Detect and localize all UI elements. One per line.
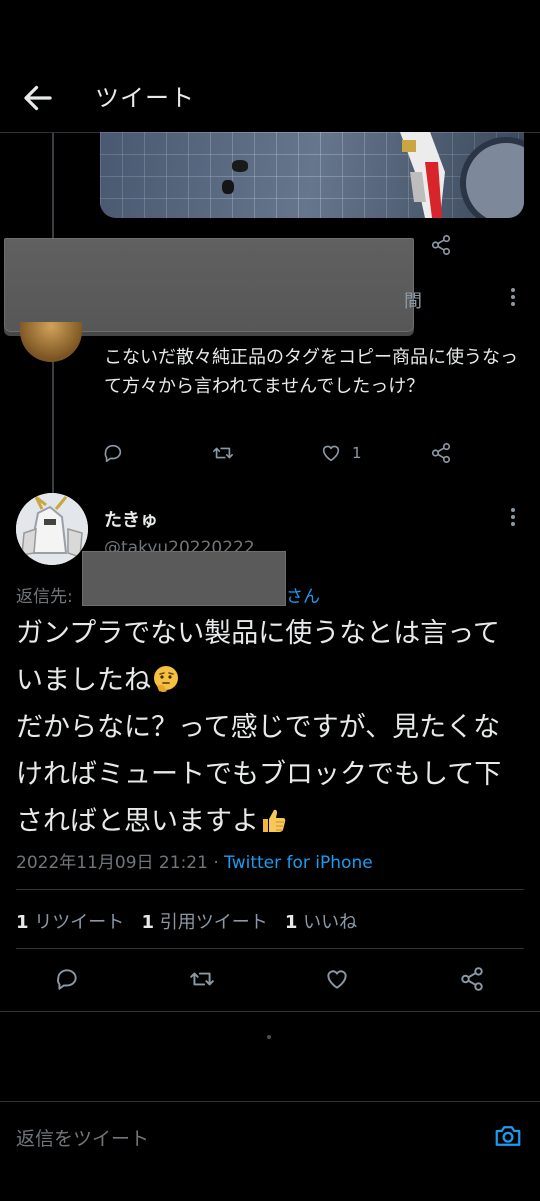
camera-icon[interactable] <box>493 1121 523 1151</box>
author-avatar[interactable] <box>16 493 88 565</box>
like-stat[interactable]: 1 いいね <box>285 912 357 933</box>
author-name[interactable]: たきゅ <box>104 506 158 532</box>
thinking-face-emoji <box>154 666 178 692</box>
quote-stat[interactable]: 1 引用ツイート <box>141 912 267 933</box>
parent-reply-text: こないだ散々純正品のタグをコピー商品に使うなって方々から言われてませんでしたっけ… <box>104 347 518 397</box>
retweet-stat[interactable]: 1 リツイート <box>16 912 124 933</box>
like-count: 1 <box>352 444 362 462</box>
partial-text: 間 <box>404 291 422 312</box>
retweet-icon[interactable] <box>189 966 215 992</box>
top-app-bar <box>0 0 540 133</box>
page-title: ツイート <box>95 84 195 112</box>
loading-indicator <box>267 1035 271 1039</box>
more-icon[interactable] <box>510 507 516 527</box>
like-icon[interactable] <box>324 966 350 992</box>
source-link[interactable]: Twitter for iPhone <box>224 853 373 873</box>
reply-compose-bar <box>0 1101 540 1201</box>
divider <box>16 948 524 949</box>
redaction-block <box>82 551 286 606</box>
reply-to-label: 返信先: <box>16 587 73 607</box>
back-arrow-icon[interactable] <box>20 80 56 116</box>
reply-icon[interactable] <box>54 966 80 992</box>
attached-photo[interactable] <box>100 132 524 218</box>
retweet-icon[interactable] <box>212 442 234 464</box>
divider <box>0 1011 540 1012</box>
redaction-block <box>4 238 414 332</box>
more-icon[interactable] <box>510 287 516 307</box>
reply-to-user-link[interactable]: さん <box>286 582 320 607</box>
thumbs-up-emoji <box>263 809 286 832</box>
reply-icon[interactable] <box>102 442 124 464</box>
timestamp-text: 2022年11月09日 21:21 · <box>16 853 225 873</box>
engagement-stats: 1 リツイート 1 引用ツイート 1 いいね <box>16 908 357 934</box>
avatar[interactable] <box>20 322 82 362</box>
like-icon[interactable] <box>320 442 342 464</box>
share-icon[interactable] <box>430 234 452 256</box>
tweet-text: ガンプラでない製品に使うなとは言っていましたね だからなに？って感じですが、見た… <box>16 610 526 845</box>
share-icon[interactable] <box>459 966 485 992</box>
divider <box>16 889 524 890</box>
tweet-timestamp: 2022年11月09日 21:21 · Twitter for iPhone <box>16 848 373 873</box>
share-icon[interactable] <box>430 442 452 464</box>
tweet-text-line1: ガンプラでない製品に使うなとは言っていましたね <box>16 618 500 696</box>
reply-input[interactable]: 返信をツイート <box>16 1124 149 1151</box>
